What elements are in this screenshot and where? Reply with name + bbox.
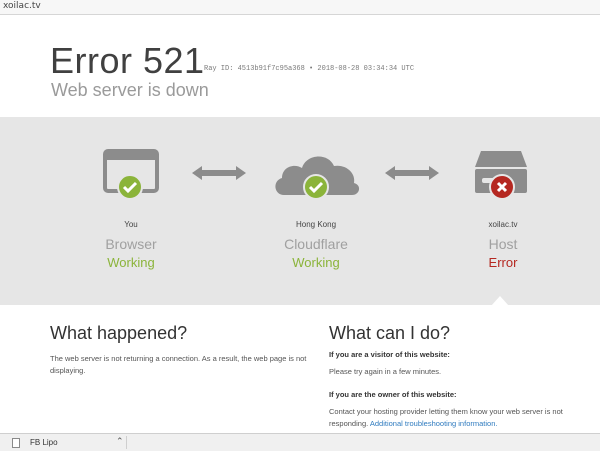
node-state: Error <box>488 255 518 270</box>
troubleshooting-link[interactable]: Additional troubleshooting information. <box>370 419 498 428</box>
browser-icon <box>103 149 159 200</box>
node-location: Hong Kong <box>295 220 337 229</box>
download-item[interactable]: FB Lipo ⌃ <box>6 436 127 449</box>
status-band: You Browser Working Hong Kong Cloudflare… <box>0 117 600 305</box>
ray-id: Ray ID: 4513b91f7c95a368 • 2018-08-28 03… <box>204 65 415 73</box>
address-bar[interactable]: xoilac.tv <box>0 0 600 15</box>
server-icon <box>475 151 527 200</box>
node-kind: Browser <box>105 236 157 252</box>
visitor-label: If you are a visitor of this website: <box>329 350 450 359</box>
file-icon <box>12 438 20 448</box>
download-file-name: FB Lipo <box>30 438 58 447</box>
owner-text-block: Contact your hosting provider letting th… <box>329 406 591 430</box>
error-title: Error 521 <box>50 40 205 81</box>
node-state: Working <box>107 255 155 270</box>
node-state: Working <box>292 255 340 270</box>
node-kind: Cloudflare <box>284 236 348 252</box>
bidirectional-arrow-icon <box>192 166 246 180</box>
band-pointer <box>491 296 509 306</box>
node-location: You <box>124 220 138 229</box>
url-text[interactable]: xoilac.tv <box>3 1 41 11</box>
visitor-text: Please try again in a few minutes. <box>329 367 442 376</box>
bidirectional-arrow-icon <box>385 166 439 180</box>
cloud-icon <box>275 156 360 200</box>
what-happened-text: The web server is not returning a connec… <box>50 354 307 375</box>
download-bar: FB Lipo ⌃ <box>0 433 600 451</box>
what-can-i-do-heading: What can I do? <box>329 323 451 343</box>
chevron-up-icon[interactable]: ⌃ <box>116 436 124 447</box>
owner-label: If you are the owner of this website: <box>329 390 457 399</box>
node-location: xoilac.tv <box>488 220 518 229</box>
node-kind: Host <box>488 236 518 252</box>
error-subtitle: Web server is down <box>51 80 209 100</box>
what-happened-heading: What happened? <box>50 323 188 343</box>
